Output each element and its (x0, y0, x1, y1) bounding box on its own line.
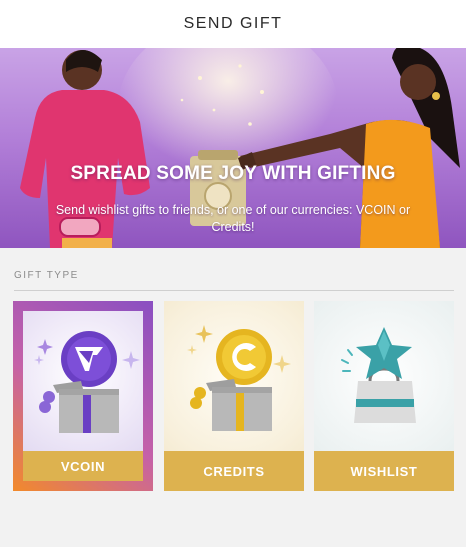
wishlist-label: WISHLIST (314, 451, 454, 491)
gift-type-vcoin-card[interactable]: VCOIN (13, 301, 153, 491)
gift-type-wishlist-card[interactable]: WISHLIST (314, 301, 454, 491)
credits-label: CREDITS (164, 451, 304, 491)
promo-banner: SPREAD SOME JOY WITH GIFTING Send wishli… (0, 48, 466, 248)
banner-subtitle: Send wishlist gifts to friends, or one o… (55, 203, 411, 234)
section-divider (14, 290, 454, 291)
gift-type-credits-card[interactable]: CREDITS (164, 301, 304, 491)
vcoin-gift-icon (34, 331, 140, 433)
vcoin-label: VCOIN (23, 451, 143, 481)
banner-headline: SPREAD SOME JOY WITH GIFTING (70, 163, 396, 184)
page-title: SEND GIFT (183, 15, 283, 32)
credits-gift-icon (187, 325, 291, 431)
vcoin-card-art-bg (23, 311, 143, 451)
wishlist-bag-icon (341, 327, 416, 423)
gift-type-label: GIFT TYPE (14, 270, 79, 281)
header: SEND GIFT (0, 0, 466, 48)
